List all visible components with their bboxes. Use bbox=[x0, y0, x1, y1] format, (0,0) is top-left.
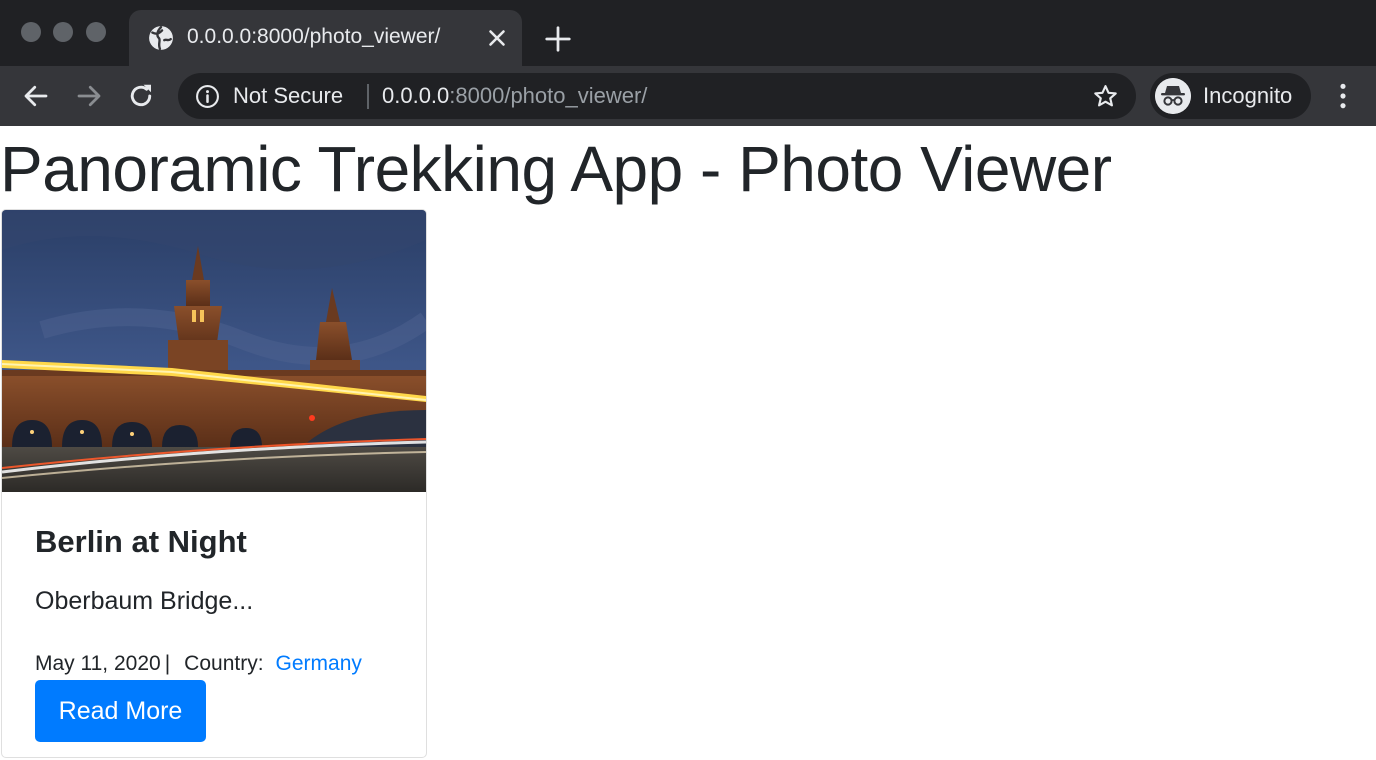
window-close-button[interactable] bbox=[21, 22, 41, 42]
back-arrow-icon[interactable] bbox=[21, 81, 51, 111]
incognito-profile-button[interactable]: Incognito bbox=[1150, 73, 1311, 119]
tab-title: 0.0.0.0:8000/photo_viewer/ bbox=[187, 25, 441, 48]
card-date: May 11, 2020 bbox=[35, 652, 161, 675]
close-icon[interactable] bbox=[484, 25, 510, 51]
card-meta: May 11, 2020 | Country: Germany bbox=[35, 652, 362, 676]
reload-icon[interactable] bbox=[126, 81, 156, 111]
card-excerpt: Oberbaum Bridge... bbox=[35, 587, 254, 615]
tab-photo-viewer[interactable]: 0.0.0.0:8000/photo_viewer/ bbox=[129, 10, 522, 66]
photo-thumbnail[interactable] bbox=[2, 210, 426, 492]
incognito-icon bbox=[1155, 78, 1191, 114]
omnibox-divider bbox=[367, 84, 369, 109]
forward-arrow-icon[interactable] bbox=[74, 81, 104, 111]
meta-separator: | bbox=[164, 652, 171, 675]
address-bar[interactable]: Not Secure 0.0.0.0:8000/photo_viewer/ bbox=[178, 73, 1136, 119]
browser-chrome: 0.0.0.0:8000/photo_viewer/ Not Secure 0.… bbox=[0, 0, 1376, 126]
card-title: Berlin at Night bbox=[35, 524, 247, 559]
photo-card: Berlin at Night Oberbaum Bridge... May 1… bbox=[1, 209, 427, 758]
url-text[interactable]: 0.0.0.0:8000/photo_viewer/ bbox=[382, 83, 647, 109]
security-label[interactable]: Not Secure bbox=[233, 83, 343, 109]
info-icon[interactable] bbox=[195, 84, 220, 109]
incognito-label: Incognito bbox=[1203, 83, 1293, 108]
new-tab-plus-icon[interactable] bbox=[543, 24, 573, 54]
bookmark-star-icon[interactable] bbox=[1092, 83, 1119, 110]
url-host: 0.0.0.0 bbox=[382, 83, 450, 108]
globe-icon bbox=[149, 25, 173, 51]
country-label: Country: bbox=[184, 652, 264, 675]
url-path: :8000/photo_viewer/ bbox=[449, 83, 648, 108]
page-title: Panoramic Trekking App - Photo Viewer bbox=[0, 133, 1112, 205]
read-more-button[interactable]: Read More bbox=[35, 680, 206, 742]
window-maximize-button[interactable] bbox=[86, 22, 106, 42]
kebab-menu-icon[interactable] bbox=[1330, 81, 1356, 111]
country-link[interactable]: Germany bbox=[276, 652, 362, 675]
tab-strip: 0.0.0.0:8000/photo_viewer/ bbox=[0, 0, 1376, 66]
window-minimize-button[interactable] bbox=[53, 22, 73, 42]
browser-toolbar: Not Secure 0.0.0.0:8000/photo_viewer/ In… bbox=[0, 66, 1376, 126]
